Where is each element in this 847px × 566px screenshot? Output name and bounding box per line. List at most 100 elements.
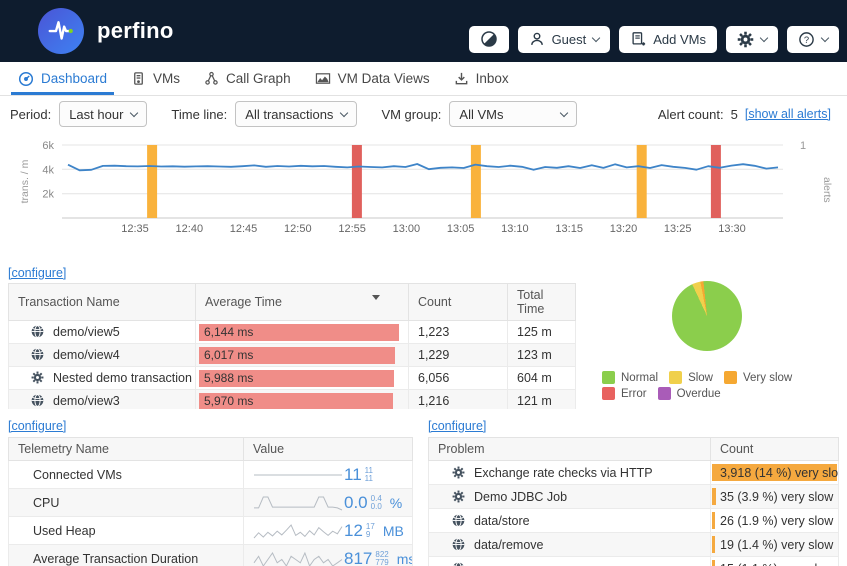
- globe-icon: [452, 538, 465, 551]
- user-menu-button[interactable]: Guest: [518, 26, 611, 53]
- transaction-count: 1,229: [409, 344, 508, 367]
- configure-transactions-link[interactable]: [configure]: [8, 266, 66, 280]
- svg-text:trans. / m: trans. / m: [19, 159, 31, 203]
- svg-text:1: 1: [800, 140, 806, 152]
- add-vms-label: Add VMs: [653, 32, 706, 47]
- sparkline-chart: [252, 549, 344, 566]
- legend-item-overdue: Overdue: [658, 387, 721, 400]
- legend-item-very-slow: Very slow: [724, 371, 792, 384]
- gear-icon: [737, 31, 754, 48]
- col-telemetry-name[interactable]: Telemetry Name: [9, 438, 244, 461]
- show-all-alerts-link[interactable]: [show all alerts]: [745, 107, 831, 121]
- svg-text:12:40: 12:40: [176, 223, 204, 235]
- contrast-icon: [480, 30, 498, 48]
- col-telemetry-value[interactable]: Value: [244, 438, 413, 461]
- svg-text:13:00: 13:00: [393, 223, 421, 235]
- transaction-row[interactable]: demo/view46,017 ms1,229123 m: [9, 344, 576, 367]
- period-select[interactable]: Last hour: [59, 101, 147, 127]
- transaction-total-time: 123 m: [508, 344, 576, 367]
- telemetry-table-container: Telemetry Name Value Connected VMs 111111…: [8, 437, 414, 566]
- brand-name: perfino: [97, 18, 174, 44]
- transaction-name: demo/view3: [53, 394, 120, 408]
- globe-icon: [31, 348, 44, 361]
- problem-row[interactable]: Demo JDBC Job35 (3.9 %) very slow: [429, 485, 839, 509]
- transaction-row[interactable]: Nested demo transaction5,988 ms6,056604 …: [9, 367, 576, 390]
- sparkline-chart: [252, 465, 344, 485]
- sparkline-chart: [252, 493, 344, 513]
- tab-call-graph[interactable]: Call Graph: [192, 62, 303, 95]
- tab-inbox[interactable]: Inbox: [442, 62, 521, 95]
- telemetry-min-max: 1111: [365, 467, 373, 483]
- settings-button[interactable]: [726, 26, 778, 53]
- col-total-time[interactable]: Total Time: [508, 284, 576, 321]
- telemetry-row[interactable]: CPU0.00.40.0%: [9, 489, 413, 517]
- transaction-row[interactable]: demo/view56,144 ms1,223125 m: [9, 321, 576, 344]
- legend-swatch: [602, 387, 615, 400]
- tab-dashboard[interactable]: Dashboard: [6, 62, 119, 95]
- transactions-timeline-chart[interactable]: 6k4k2ktrans. / m12:3512:4012:4512:5012:5…: [0, 132, 847, 246]
- transaction-row[interactable]: demo/view35,970 ms1,216121 m: [9, 390, 576, 410]
- telemetry-current-value: 0.0: [344, 493, 368, 513]
- col-problem[interactable]: Problem: [429, 438, 711, 461]
- telemetry-name: Used Heap: [9, 517, 244, 545]
- col-count[interactable]: Count: [409, 284, 508, 321]
- problem-row[interactable]: data/store26 (1.9 %) very slow: [429, 509, 839, 533]
- help-icon: ?: [798, 31, 815, 48]
- telemetry-name: Average Transaction Duration: [9, 545, 244, 566]
- col-average-time[interactable]: Average Time: [196, 284, 409, 321]
- tab-vms[interactable]: VMs: [119, 62, 192, 95]
- transaction-total-time: 125 m: [508, 321, 576, 344]
- telemetry-table: Telemetry Name Value Connected VMs 111111…: [8, 437, 413, 566]
- chevron-down-icon: [130, 108, 138, 116]
- period-value: Last hour: [69, 107, 123, 122]
- telemetry-row[interactable]: Average Transaction Duration817822779ms: [9, 545, 413, 566]
- transaction-count: 6,056: [409, 367, 508, 390]
- problem-row[interactable]: 15 (1.1 %) very slow: [429, 557, 839, 566]
- svg-text:13:05: 13:05: [447, 223, 475, 235]
- telemetry-current-value: 11: [344, 465, 362, 485]
- vm-icon: [131, 71, 146, 86]
- timeline-select[interactable]: All transactions: [235, 101, 357, 127]
- telemetry-row[interactable]: Used Heap12179MB: [9, 517, 413, 545]
- sort-desc-icon: [372, 295, 380, 300]
- problem-count: 3,918 (14 %) very slow: [717, 466, 839, 480]
- legend-swatch: [602, 371, 615, 384]
- gear-icon: [31, 371, 44, 384]
- legend-item-error: Error: [602, 387, 647, 400]
- timeline-value: All transactions: [245, 107, 333, 122]
- problem-row[interactable]: data/remove19 (1.4 %) very slow: [429, 533, 839, 557]
- chevron-down-icon: [592, 33, 600, 41]
- help-button[interactable]: ?: [787, 26, 839, 53]
- problem-count: 26 (1.9 %) very slow: [717, 514, 833, 528]
- svg-text:12:50: 12:50: [284, 223, 312, 235]
- problem-count-bar: [712, 488, 716, 505]
- col-transaction-name[interactable]: Transaction Name: [9, 284, 196, 321]
- sparkline-chart: [252, 521, 344, 541]
- perfino-logo-icon: [38, 8, 84, 54]
- col-problem-count[interactable]: Count: [711, 438, 839, 461]
- problem-name: Demo JDBC Job: [474, 490, 567, 504]
- problem-count-bar: [712, 536, 715, 553]
- perfino-dashboard: perfino Guest: [0, 0, 847, 566]
- vm-group-label: VM group:: [381, 107, 441, 122]
- legend-swatch: [669, 371, 682, 384]
- gear-icon: [452, 490, 465, 503]
- configure-problems-link[interactable]: [configure]: [428, 419, 486, 433]
- call-graph-icon: [204, 71, 219, 86]
- alert-count-value: 5: [731, 107, 738, 122]
- legend-item-normal: Normal: [602, 371, 658, 384]
- telemetry-min-max: 0.40.0: [371, 495, 382, 511]
- theme-toggle-button[interactable]: [469, 26, 509, 53]
- tab-vm-data-views[interactable]: VM Data Views: [303, 62, 442, 95]
- telemetry-name: Connected VMs: [9, 461, 244, 489]
- average-time-bar: 6,017 ms: [199, 347, 395, 364]
- svg-text:4k: 4k: [42, 164, 54, 176]
- configure-telemetry-link[interactable]: [configure]: [8, 419, 66, 433]
- vm-group-select[interactable]: All VMs: [449, 101, 577, 127]
- filter-bar: Period: Last hour Time line: All transac…: [0, 98, 847, 130]
- telemetry-row[interactable]: Connected VMs 111111: [9, 461, 413, 489]
- telemetry-unit: %: [390, 495, 413, 511]
- problem-row[interactable]: Exchange rate checks via HTTP3,918 (14 %…: [429, 461, 839, 485]
- main-tab-bar: Dashboard VMs Call Graph: [0, 62, 847, 96]
- add-vms-button[interactable]: Add VMs: [619, 26, 717, 53]
